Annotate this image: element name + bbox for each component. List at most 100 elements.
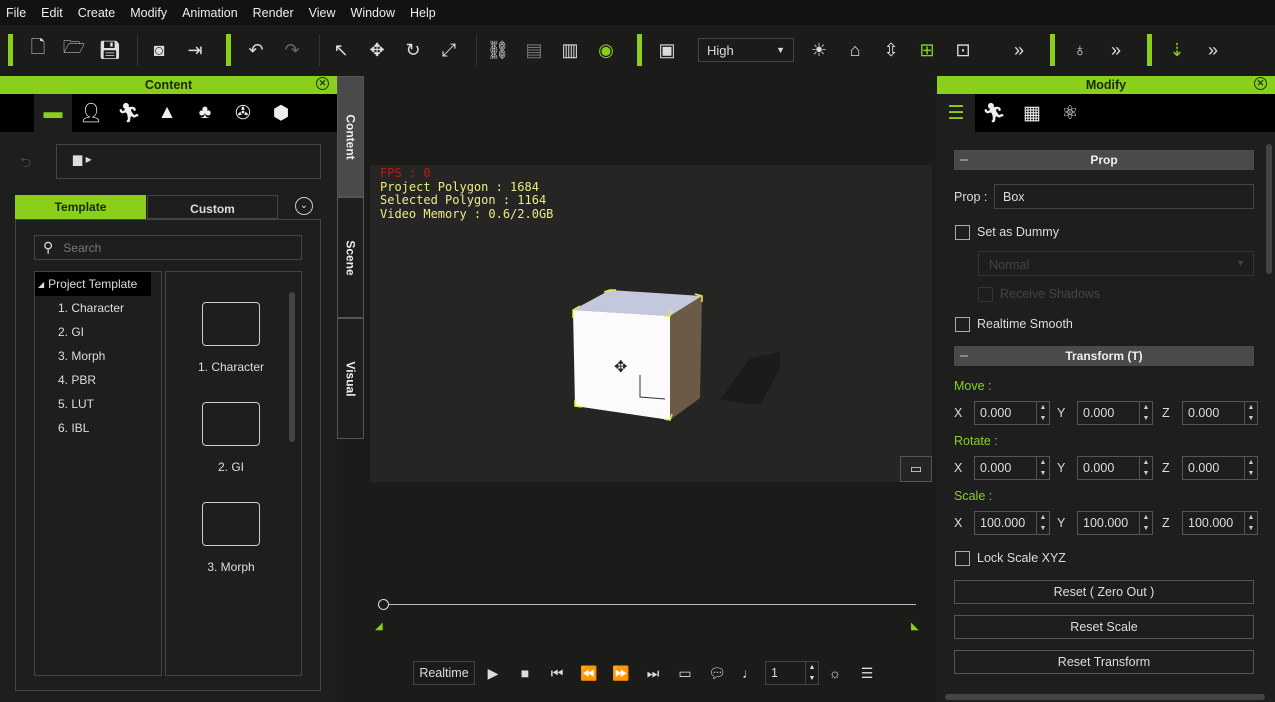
realtime-smooth-checkbox[interactable] [955, 317, 970, 332]
fit-vertical-icon[interactable]: ⇳ [876, 35, 906, 65]
gizmo-icon[interactable]: ♁ [1065, 35, 1095, 65]
reset-zero-out-button[interactable]: Reset ( Zero Out ) [954, 580, 1254, 604]
motion-icon[interactable]: ⇣ [1162, 35, 1192, 65]
shadow-mode-dropdown[interactable]: Normal ▼ [978, 251, 1254, 276]
prop-name-input[interactable]: Box [994, 184, 1254, 209]
stepper-icon[interactable]: ▲ ▼ [1139, 457, 1152, 479]
tab-template[interactable]: Template [15, 195, 146, 219]
end-marker-icon[interactable]: ◣ [911, 621, 919, 632]
box-prop[interactable]: ✥ [560, 280, 780, 430]
select-arrow-icon[interactable]: ↖ [326, 35, 356, 65]
receive-shadows-checkbox[interactable] [978, 287, 993, 302]
menu-animation[interactable]: Animation [182, 6, 238, 20]
folder-icon[interactable]: ▬ [34, 94, 72, 132]
menu-create[interactable]: Create [78, 6, 116, 20]
more-icon[interactable]: » [1004, 35, 1034, 65]
side-tab-visual[interactable]: Visual [337, 318, 364, 439]
stepper-icon[interactable]: ▲ ▼ [1244, 402, 1257, 424]
checker-icon[interactable]: ▦ [1013, 94, 1051, 132]
stage-icon[interactable]: ▲ [148, 94, 186, 132]
tab-custom[interactable]: Custom [147, 195, 278, 219]
move-icon[interactable]: ✥ [362, 35, 392, 65]
undo-icon[interactable]: ↶ [241, 35, 271, 65]
folder-item[interactable]: 3. Morph [181, 502, 281, 574]
atom-icon[interactable]: ⚛ [1051, 94, 1089, 132]
search-input[interactable]: ⚲ Search [34, 235, 302, 260]
light-icon[interactable]: ☀ [804, 35, 834, 65]
home-icon[interactable]: ⌂ [840, 35, 870, 65]
scrollbar[interactable] [1266, 144, 1272, 274]
preview-icon[interactable]: ◙ [144, 35, 174, 65]
move-y-input[interactable]: 0.000 ▲ ▼ [1077, 401, 1153, 425]
stepper-icon[interactable]: ▲ ▼ [1036, 402, 1049, 424]
subtitle-icon[interactable]: 💬︎ [701, 665, 733, 682]
scale-y-input[interactable]: 100.000 ▲ ▼ [1077, 511, 1153, 535]
motion-icon[interactable]: 🏃︎ [110, 94, 148, 132]
menu-window[interactable]: Window [351, 6, 395, 20]
path-breadcrumb[interactable]: ▆ ▸ [56, 144, 321, 179]
redo-icon[interactable]: ↷ [277, 35, 307, 65]
open-folder-icon[interactable]: 🗁 [59, 35, 89, 65]
menu-view[interactable]: View [309, 6, 336, 20]
fast-forward-icon[interactable]: ⏩ [605, 665, 637, 682]
new-file-icon[interactable]: 🗋 [23, 35, 53, 65]
loop-icon[interactable]: ▭ [669, 665, 701, 682]
side-tab-scene[interactable]: Scene [337, 197, 364, 318]
set-as-dummy-checkbox[interactable] [955, 225, 970, 240]
stepper-icon[interactable]: ▲ ▼ [805, 662, 818, 684]
horizontal-scrollbar[interactable] [945, 694, 1265, 700]
scale-z-input[interactable]: 100.000 ▲ ▼ [1182, 511, 1258, 535]
tree-item[interactable]: 4. PBR [58, 368, 161, 392]
music-note-icon[interactable]: ♩ [733, 665, 765, 681]
play-icon[interactable]: ▶ [477, 665, 509, 682]
window-icon[interactable]: ▣ [652, 35, 682, 65]
folder-item[interactable]: 2. GI [181, 402, 281, 474]
lock-scale-checkbox[interactable] [955, 551, 970, 566]
export-icon[interactable]: ⇥ [180, 35, 210, 65]
sliders-icon[interactable]: ☰ [937, 94, 975, 132]
rotate-y-input[interactable]: 0.000 ▲ ▼ [1077, 456, 1153, 480]
stepper-icon[interactable]: ▲ ▼ [1139, 512, 1152, 534]
menu-file[interactable]: File [6, 6, 26, 20]
next-frame-icon[interactable]: ⏭ [637, 665, 669, 682]
reset-transform-button[interactable]: Reset Transform [954, 650, 1254, 674]
stepper-icon[interactable]: ▲ ▼ [1036, 457, 1049, 479]
side-tab-content[interactable]: Content [337, 76, 364, 197]
folder-item[interactable]: 1. Character [181, 302, 281, 374]
rotate-x-input[interactable]: 0.000 ▲ ▼ [974, 456, 1050, 480]
back-icon[interactable]: ⮌ [20, 152, 31, 176]
tree-item[interactable]: 3. Morph [58, 344, 161, 368]
tree-root[interactable]: ◢ Project Template [35, 272, 151, 296]
timeline-icon[interactable]: ☰ [851, 665, 883, 682]
person-icon[interactable]: 👤︎ [72, 94, 110, 132]
previous-frame-icon[interactable]: ⏮ [541, 665, 573, 682]
stepper-icon[interactable]: ▲ ▼ [1139, 402, 1152, 424]
motion-icon[interactable]: 🏃︎ [975, 94, 1013, 132]
move-z-input[interactable]: 0.000 ▲ ▼ [1182, 401, 1258, 425]
chevron-down-icon[interactable]: ⌄ [295, 197, 313, 215]
reset-scale-button[interactable]: Reset Scale [954, 615, 1254, 639]
tree-item[interactable]: 1. Character [58, 296, 161, 320]
align-icon[interactable]: ▤ [519, 35, 549, 65]
stepper-icon[interactable]: ▲ ▼ [1036, 512, 1049, 534]
caption-icon[interactable]: ▭ [900, 456, 932, 482]
close-icon[interactable]: ✕ [1254, 77, 1267, 90]
film-reel-icon[interactable]: ✇ [224, 94, 262, 132]
camera-icon[interactable]: ⊡ [948, 35, 978, 65]
scale-icon[interactable]: ⤢ [434, 35, 464, 65]
brightness-icon[interactable]: ☼ [819, 665, 851, 681]
menu-edit[interactable]: Edit [41, 6, 63, 20]
stepper-icon[interactable]: ▲ ▼ [1244, 512, 1257, 534]
link-icon[interactable]: ⛓ [483, 35, 513, 65]
start-marker-icon[interactable]: ◢ [375, 621, 383, 632]
3d-viewport[interactable]: FPS : 0 Project Polygon : 1684 Selected … [370, 165, 932, 482]
align-right-icon[interactable]: ▥ [555, 35, 585, 65]
box-icon[interactable]: ⬢ [262, 94, 300, 132]
eye-icon[interactable]: ◉ [591, 35, 621, 65]
save-icon[interactable]: 💾︎ [95, 35, 125, 65]
menu-help[interactable]: Help [410, 6, 436, 20]
tree-icon[interactable]: ♣ [186, 94, 224, 132]
frame-input[interactable]: 1 ▲ ▼ [765, 661, 819, 685]
tree-item[interactable]: 5. LUT [58, 392, 161, 416]
close-icon[interactable]: ✕ [316, 77, 329, 90]
